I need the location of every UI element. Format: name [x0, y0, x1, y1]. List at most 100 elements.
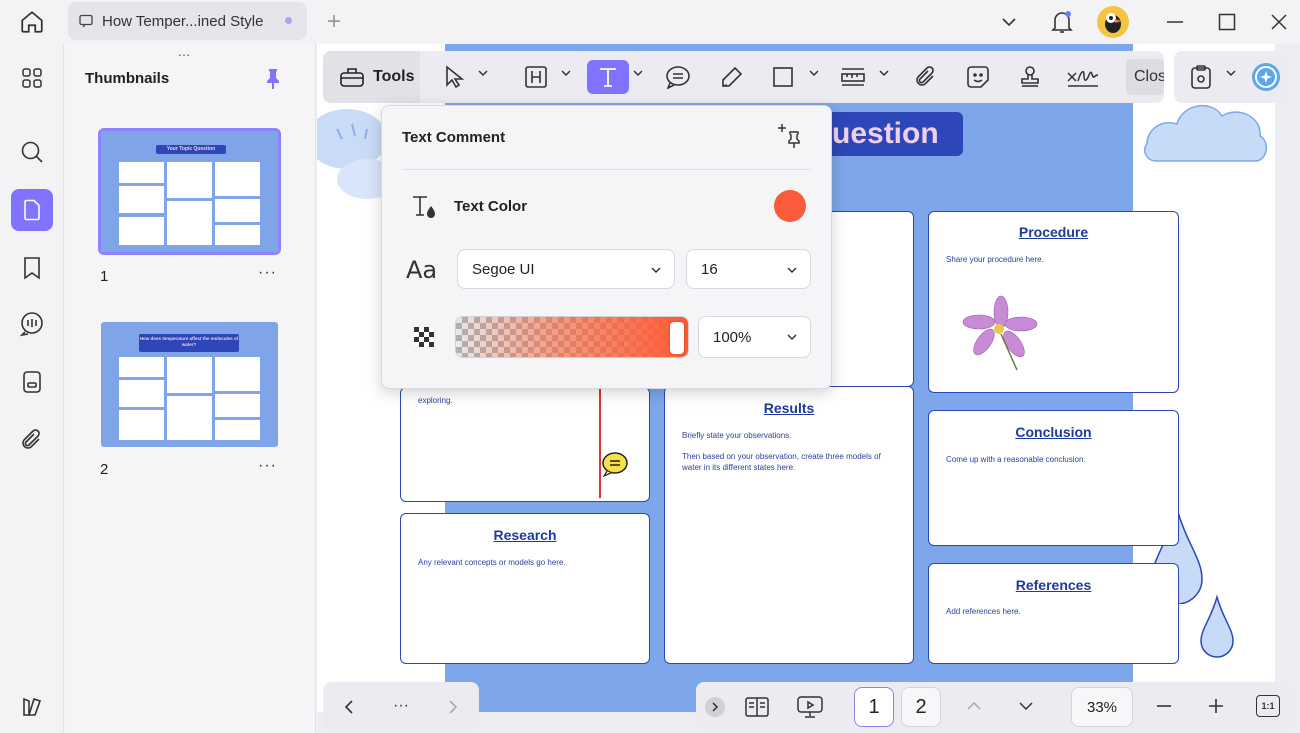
page-1-button[interactable]: 1 — [854, 687, 894, 727]
reading-mode-button[interactable] — [742, 694, 772, 720]
highlight-tool[interactable] — [522, 60, 550, 94]
rail-bookmarks[interactable] — [11, 247, 53, 289]
rail-search[interactable] — [11, 131, 53, 173]
minimize-button[interactable] — [1160, 0, 1190, 44]
chevron-down-icon — [787, 267, 797, 274]
rail-attachments[interactable] — [11, 419, 53, 461]
plus-icon — [1209, 699, 1223, 713]
stamp-icon — [1021, 66, 1039, 87]
page-thumbnail-1[interactable]: Your Topic Question — [98, 128, 281, 255]
document-tab[interactable]: How Temper...ined Style — [68, 2, 307, 40]
presentation-button[interactable] — [794, 694, 826, 720]
ai-assistant-button[interactable] — [1250, 60, 1282, 94]
measure-tool[interactable] — [838, 60, 868, 94]
tools-label: Tools — [373, 68, 415, 85]
opacity-select[interactable]: 100% — [698, 316, 811, 358]
font-size-value: 16 — [701, 260, 718, 278]
next-button[interactable] — [441, 694, 465, 720]
text-comment-popup: Text Comment Text Color Aa Segoe UI 16 1… — [381, 105, 832, 389]
sticky-note-tool[interactable] — [663, 60, 693, 94]
minimize-icon — [1167, 21, 1183, 23]
toolbox-icon — [340, 68, 364, 87]
signature-icon — [1067, 70, 1099, 87]
rail-thumbnails[interactable] — [11, 189, 53, 231]
heading-box-icon — [525, 66, 547, 88]
font-size-select[interactable]: 16 — [686, 249, 811, 289]
chevron-down-icon — [1019, 702, 1033, 711]
comment-list-icon — [19, 312, 43, 337]
annotation-toolbar: Tools Clos — [323, 51, 1164, 103]
paperclip-icon — [916, 66, 934, 86]
prev-button[interactable] — [337, 694, 361, 720]
tools-button[interactable]: Tools — [323, 51, 420, 103]
thumb-number-2: 2 — [100, 461, 109, 478]
font-family-select[interactable]: Segoe UI — [457, 249, 675, 289]
home-button[interactable] — [12, 0, 52, 44]
tab-list-button[interactable] — [996, 0, 1022, 44]
select-tool[interactable] — [441, 60, 467, 94]
rail-comments[interactable] — [11, 303, 53, 345]
page-down-button[interactable] — [1014, 694, 1038, 718]
shape-tool[interactable] — [769, 60, 797, 94]
chevron-down-icon — [1002, 18, 1016, 27]
thumb-more-1[interactable]: ··· — [258, 264, 277, 282]
signature-tool[interactable] — [1065, 60, 1101, 94]
chevron-down-icon[interactable] — [879, 69, 889, 77]
close-window-button[interactable] — [1264, 0, 1294, 44]
actual-size-button[interactable]: 1:1 — [1256, 695, 1280, 717]
collapse-button[interactable] — [705, 697, 725, 717]
chevron-down-icon[interactable] — [1226, 69, 1236, 77]
page-thumbnail-2[interactable]: How does temperature affect the molecule… — [101, 322, 278, 447]
thumb-more-2[interactable]: ··· — [258, 457, 277, 475]
flower-icon — [962, 295, 1038, 371]
sticker-tool[interactable] — [963, 60, 993, 94]
chevron-down-icon[interactable] — [809, 69, 819, 77]
avatar[interactable] — [1096, 0, 1130, 44]
card-heading: Research — [493, 527, 557, 543]
card-conclusion: Conclusion Come up with a reasonable con… — [928, 410, 1179, 546]
thumb-number-1: 1 — [100, 268, 109, 285]
notifications-button[interactable] — [1048, 0, 1076, 44]
chevron-right-icon — [449, 700, 458, 714]
chevron-down-icon[interactable] — [561, 69, 571, 77]
zoom-level[interactable]: 33% — [1071, 687, 1133, 727]
attachment-tool[interactable] — [911, 60, 941, 94]
text-color-swatch[interactable] — [774, 190, 806, 222]
pencil-tool[interactable] — [717, 60, 747, 94]
comment-marker-icon[interactable] — [601, 451, 629, 477]
popup-title: Text Comment — [402, 129, 506, 146]
zoom-out-button[interactable] — [1152, 694, 1176, 718]
text-comment-tool[interactable] — [587, 60, 629, 94]
pin-popup-button[interactable] — [776, 122, 804, 150]
page-icon — [24, 199, 40, 221]
search-icon — [21, 141, 43, 163]
opacity-slider[interactable] — [455, 316, 689, 358]
paperclip-icon — [22, 429, 40, 449]
page-up-button[interactable] — [962, 694, 986, 718]
form-icon — [23, 371, 41, 393]
clipboard-button[interactable] — [1186, 60, 1216, 94]
comment-icon — [79, 14, 93, 28]
opacity-slider-thumb[interactable] — [670, 322, 684, 354]
chevron-down-icon[interactable] — [633, 69, 643, 77]
more-button[interactable]: ··· — [387, 692, 415, 720]
rail-forms[interactable] — [11, 361, 53, 403]
svg-text:Aa: Aa — [406, 256, 437, 282]
card-procedure: Procedure Share your procedure here. — [928, 211, 1179, 393]
slideshow-icon — [797, 696, 823, 718]
bell-icon — [1051, 11, 1073, 33]
maximize-button[interactable] — [1212, 0, 1242, 44]
tab-title: How Temper...ined Style — [102, 12, 264, 30]
stamp-tool[interactable] — [1015, 60, 1045, 94]
zoom-in-button[interactable] — [1204, 694, 1228, 718]
sticker-icon — [967, 66, 989, 88]
close-toolbar-button[interactable]: Clos — [1126, 59, 1164, 95]
rail-organize[interactable] — [11, 57, 53, 99]
pin-button[interactable] — [263, 68, 283, 90]
rail-layers[interactable] — [11, 685, 53, 727]
page-2-button[interactable]: 2 — [901, 687, 941, 727]
new-tab-button[interactable]: + — [320, 0, 348, 44]
panel-drag-handle[interactable]: ⋯ — [178, 48, 191, 62]
card-text: Add references here. — [946, 607, 1021, 616]
chevron-down-icon[interactable] — [478, 69, 488, 77]
